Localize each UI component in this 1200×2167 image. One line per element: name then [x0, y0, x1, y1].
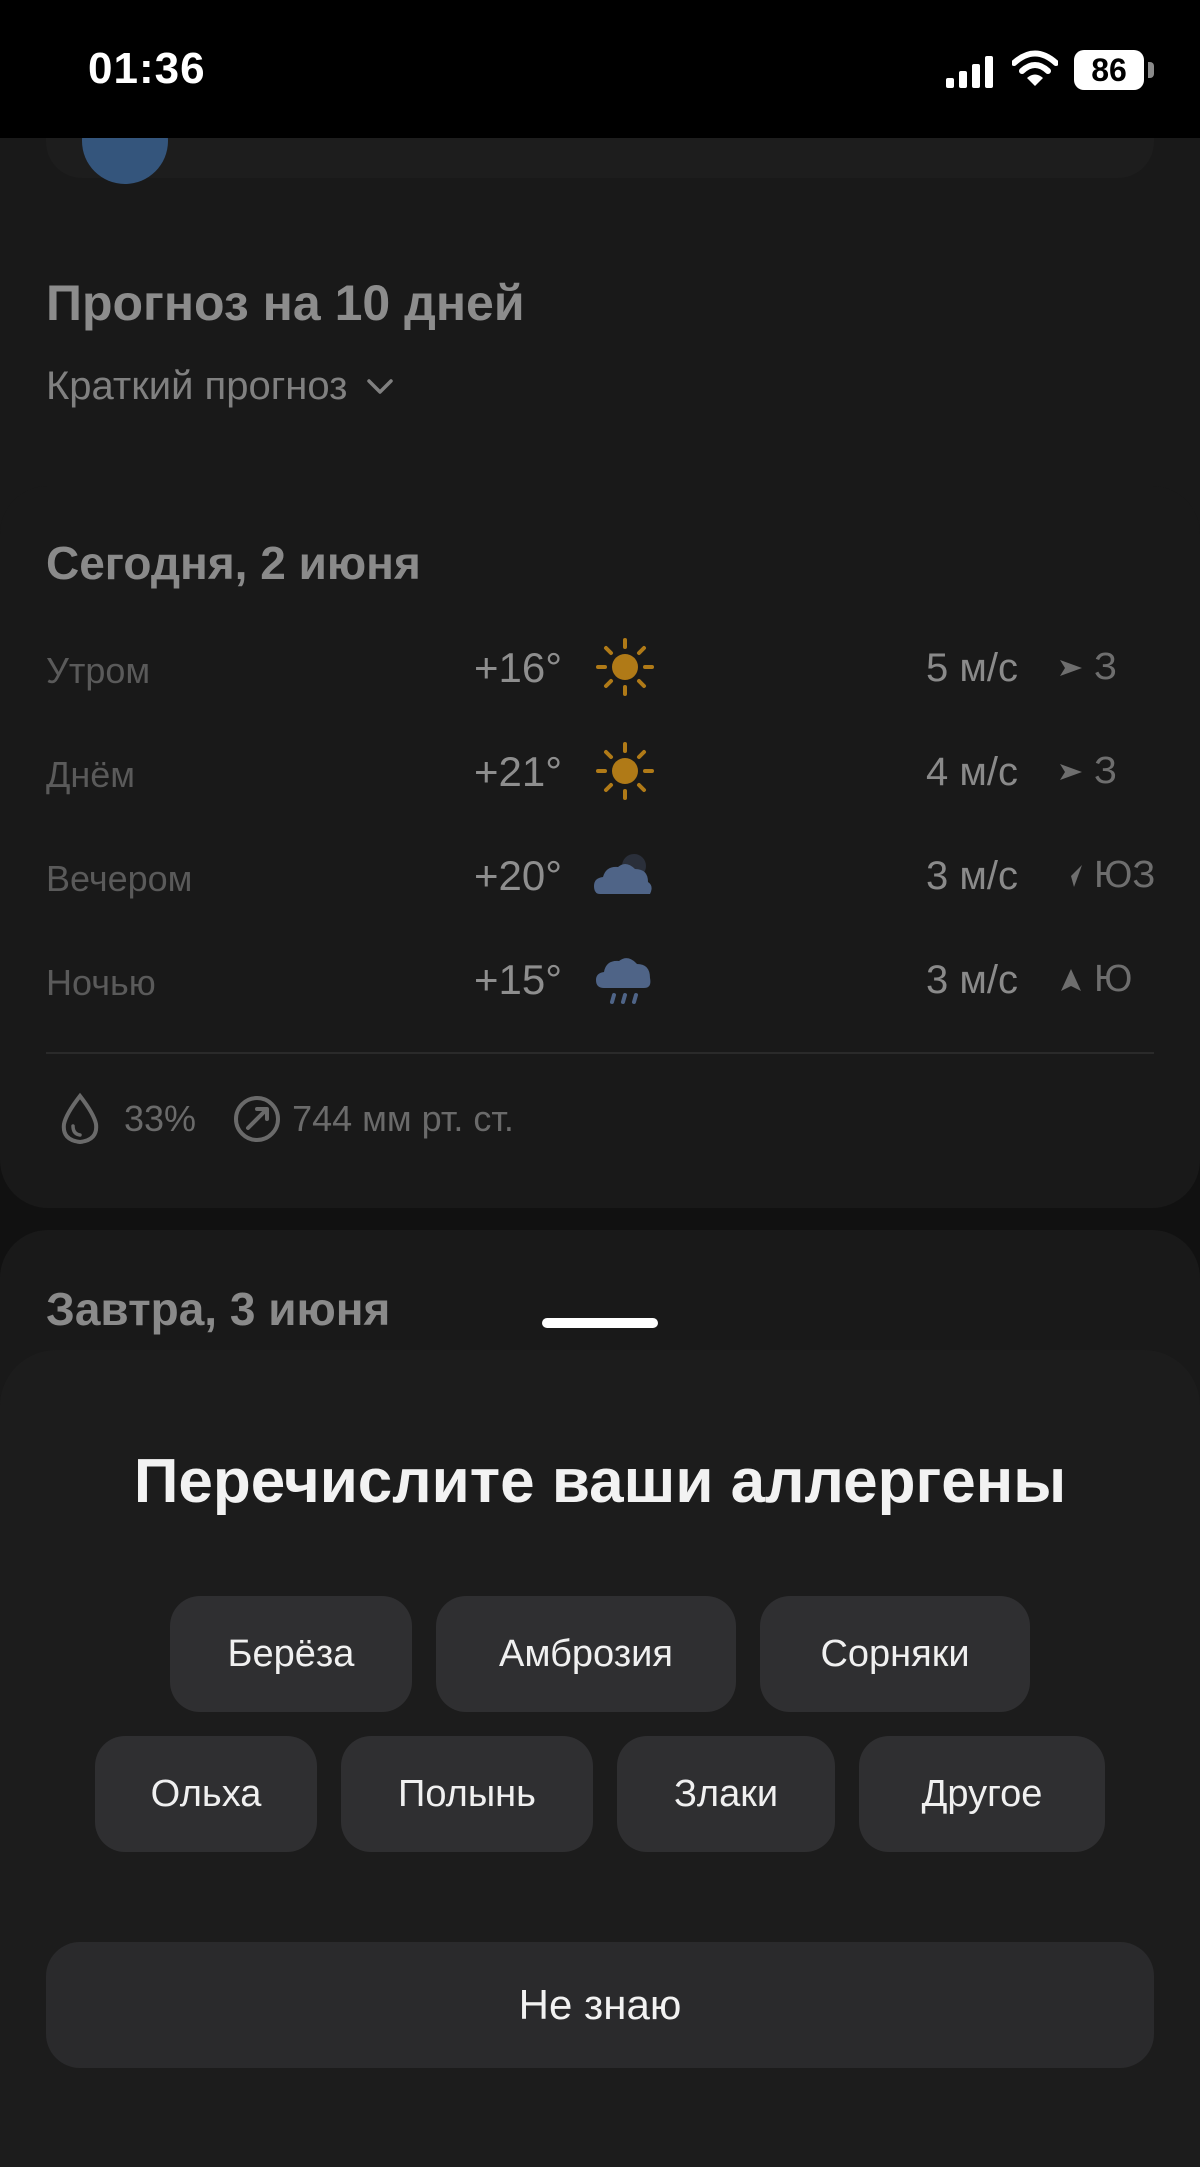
- battery-indicator: 86: [1074, 50, 1144, 90]
- forecast-row: Днём +21° 4 м/с З: [46, 740, 1156, 810]
- allergen-chip-grasses[interactable]: Злаки: [617, 1736, 835, 1852]
- temperature: +20°: [474, 852, 563, 899]
- temperature: +21°: [474, 748, 563, 795]
- cloudy-night-icon: [594, 854, 652, 894]
- allergen-sheet: Перечислите ваши аллергены Берёза Амброз…: [0, 1350, 1200, 2167]
- period-label: Днём: [46, 754, 136, 795]
- pressure-value: 744 мм рт. ст.: [292, 1098, 514, 1139]
- wind-speed: 3 м/с: [926, 854, 1018, 898]
- humidity-value: 33%: [124, 1098, 197, 1139]
- rain-cloud-icon: [596, 958, 651, 1004]
- wind-direction: З: [1058, 750, 1117, 793]
- humidity-drop-icon: [61, 1092, 99, 1145]
- divider: [46, 1052, 1154, 1054]
- status-bar: 01:36 86: [0, 0, 1200, 138]
- sun-icon: [596, 742, 654, 800]
- sun-icon: [596, 638, 654, 696]
- wind-direction: Ю: [1058, 958, 1132, 1001]
- forecast-mode-selector[interactable]: Краткий прогноз: [46, 364, 394, 409]
- wind-direction-label: Ю: [1094, 958, 1133, 1000]
- temperature: +16°: [474, 644, 563, 691]
- allergen-chip-ambrosia[interactable]: Амброзия: [436, 1596, 736, 1712]
- allergen-chip-birch[interactable]: Берёза: [170, 1596, 412, 1712]
- sheet-title: Перечислите ваши аллергены: [133, 1447, 1067, 1516]
- extra-conditions: 33% 744 мм рт. ст.: [56, 1092, 514, 1146]
- wind-direction-label: З: [1094, 750, 1117, 792]
- temperature: +15°: [474, 956, 563, 1003]
- wind-speed: 4 м/с: [926, 750, 1018, 794]
- wind-speed: 5 м/с: [926, 646, 1018, 690]
- forecast-row: Ночью +15° 3 м/с Ю: [46, 948, 1156, 1018]
- forecast-row: Утром +16° 5 м/с З: [46, 636, 1156, 706]
- allergen-chip-alder[interactable]: Ольха: [95, 1736, 317, 1852]
- wifi-icon: [1012, 50, 1058, 86]
- wind-direction-label: З: [1094, 646, 1117, 688]
- wind-direction: ЮЗ: [1058, 854, 1155, 897]
- wind-speed: 3 м/с: [926, 958, 1018, 1002]
- wind-direction: З: [1058, 646, 1117, 689]
- arrow-north-icon: [1061, 968, 1081, 991]
- battery-cap: [1148, 62, 1154, 78]
- dont-know-button[interactable]: Не знаю: [46, 1942, 1154, 2068]
- arrow-southwest-icon: [1062, 864, 1082, 887]
- arrow-east-icon: [1060, 763, 1082, 780]
- tomorrow-title: Завтра, 3 июня: [46, 1283, 391, 1335]
- forecast-mode-label: Краткий прогноз: [46, 364, 348, 408]
- forecast-title: Прогноз на 10 дней: [46, 275, 525, 331]
- allergen-chip-wormwood[interactable]: Полынь: [341, 1736, 593, 1852]
- today-title: Сегодня, 2 июня: [46, 537, 421, 589]
- period-label: Утром: [46, 650, 151, 691]
- forecast-row: Вечером +20° 3 м/с ЮЗ: [46, 844, 1156, 914]
- allergen-chip-weeds[interactable]: Сорняки: [760, 1596, 1030, 1712]
- pressure-gauge-icon: [234, 1096, 281, 1142]
- allergen-chip-other[interactable]: Другое: [859, 1736, 1105, 1852]
- allergen-chips-row: Ольха Полынь Злаки Другое: [0, 1736, 1200, 1852]
- sheet-grabber[interactable]: [542, 1318, 658, 1328]
- chevron-down-icon: [366, 378, 393, 394]
- arrow-east-icon: [1060, 659, 1082, 676]
- signal-icon: [946, 56, 993, 88]
- period-label: Ночью: [46, 962, 156, 1003]
- period-label: Вечером: [46, 858, 193, 899]
- today-card[interactable]: Сегодня, 2 июня Утром +16° 5 м/с З Днём: [0, 486, 1200, 1208]
- status-time: 01:36: [88, 44, 206, 93]
- allergen-chips-row: Берёза Амброзия Сорняки: [0, 1596, 1200, 1712]
- top-inner-card: [46, 138, 1154, 178]
- wind-direction-label: ЮЗ: [1094, 854, 1156, 896]
